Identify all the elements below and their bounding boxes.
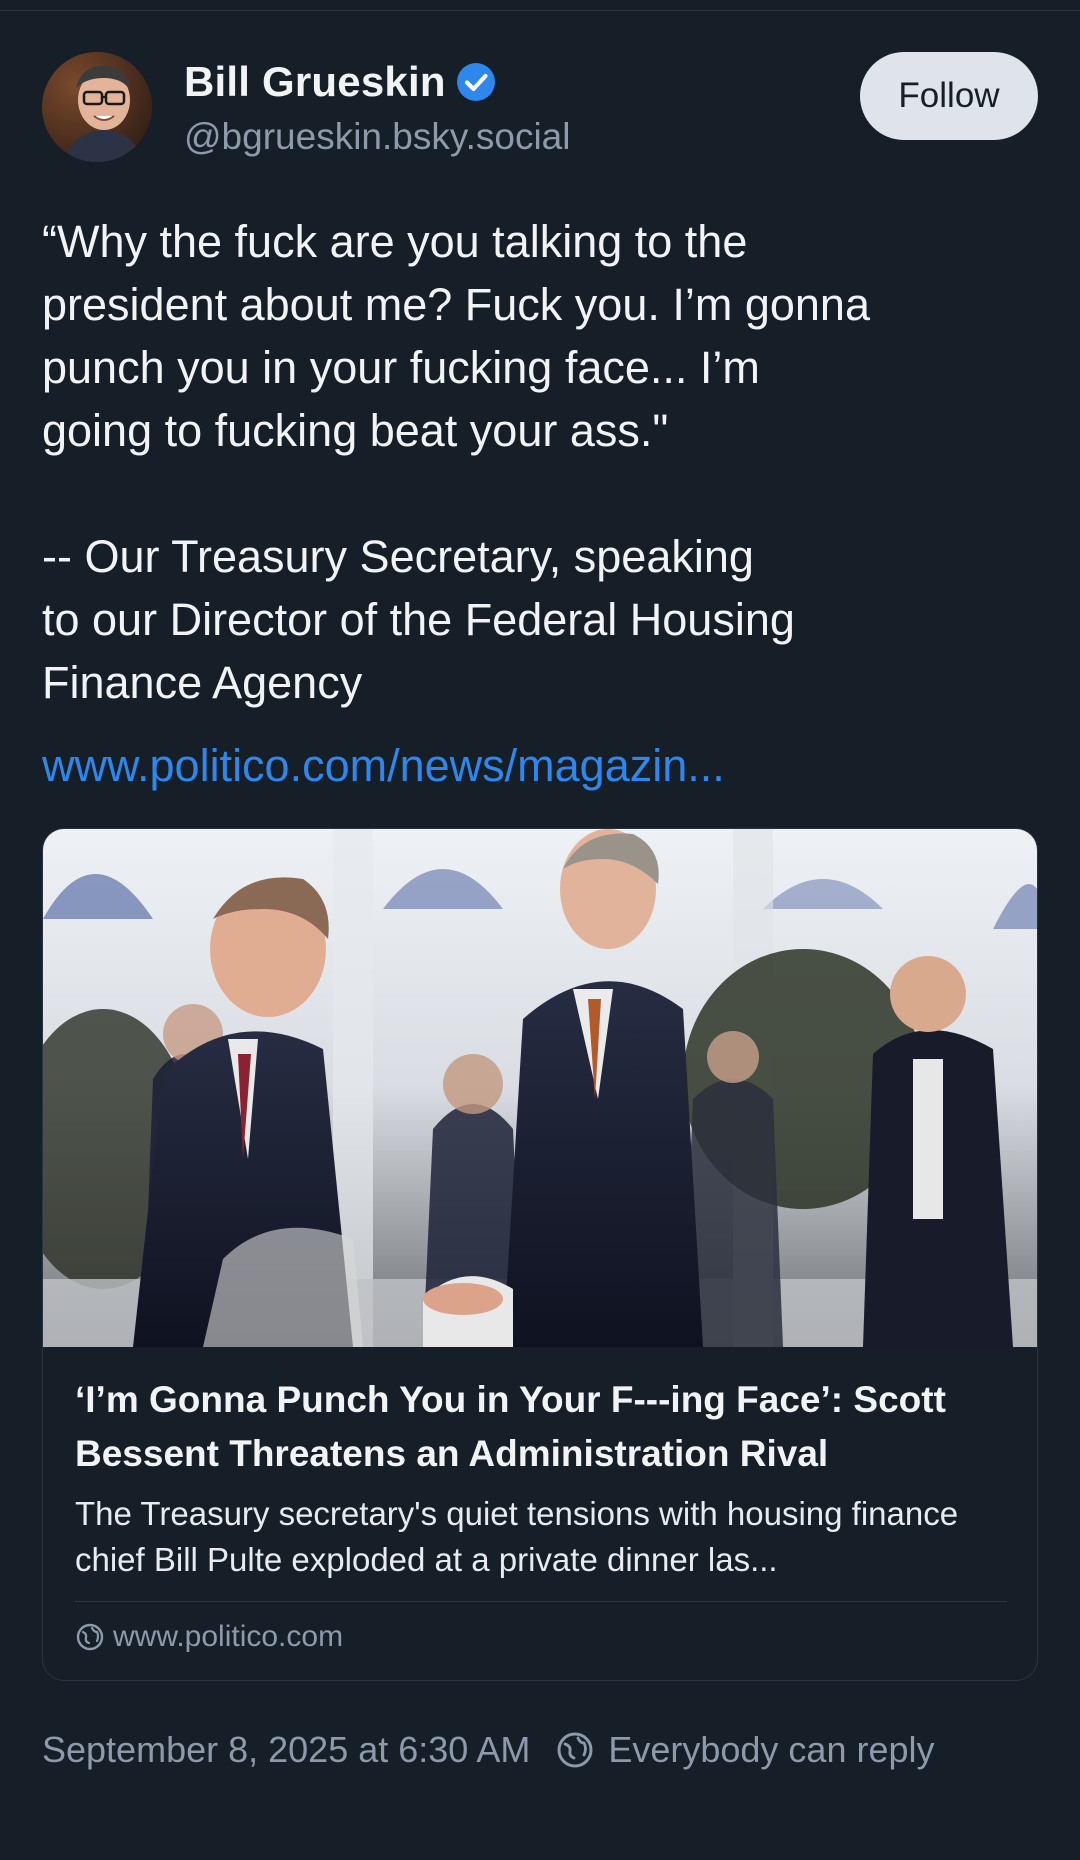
author-info: Bill Grueskin @bgrueskin.bsky.social: [184, 54, 570, 158]
display-name[interactable]: Bill Grueskin: [184, 58, 446, 106]
post-header: Bill Grueskin @bgrueskin.bsky.social Fol…: [42, 52, 1038, 164]
card-divider: [75, 1601, 1007, 1602]
post-timestamp[interactable]: September 8, 2025 at 6:30 AM: [42, 1729, 530, 1771]
reply-setting-label: Everybody can reply: [608, 1729, 935, 1770]
post: Bill Grueskin @bgrueskin.bsky.social Fol…: [42, 52, 1038, 1771]
card-domain-row: www.politico.com: [75, 1620, 1007, 1654]
card-domain: www.politico.com: [113, 1620, 344, 1653]
post-link[interactable]: www.politico.com/news/magazin...: [42, 740, 1038, 792]
name-row: Bill Grueskin: [184, 54, 570, 110]
globe-icon: [557, 1732, 593, 1768]
reply-setting[interactable]: Everybody can reply: [556, 1729, 935, 1771]
card-title: ‘I’m Gonna Punch You in Your F---ing Fac…: [75, 1379, 946, 1474]
post-text: “Why the fuck are you talking to the pre…: [42, 216, 870, 708]
post-footer: September 8, 2025 at 6:30 AM Everybody c…: [42, 1729, 1038, 1771]
author-handle[interactable]: @bgrueskin.bsky.social: [184, 116, 570, 158]
link-card[interactable]: ‘I’m Gonna Punch You in Your F---ing Fac…: [42, 828, 1038, 1681]
verified-badge-icon: [456, 63, 495, 101]
globe-icon: [76, 1623, 104, 1651]
card-body: ‘I’m Gonna Punch You in Your F---ing Fac…: [43, 1347, 1037, 1680]
follow-button[interactable]: Follow: [860, 52, 1038, 140]
avatar[interactable]: [42, 52, 152, 162]
card-description: The Treasury secretary's quiet tensions …: [75, 1495, 959, 1578]
card-thumbnail-image: [43, 829, 1037, 1347]
top-divider: [0, 0, 1080, 11]
